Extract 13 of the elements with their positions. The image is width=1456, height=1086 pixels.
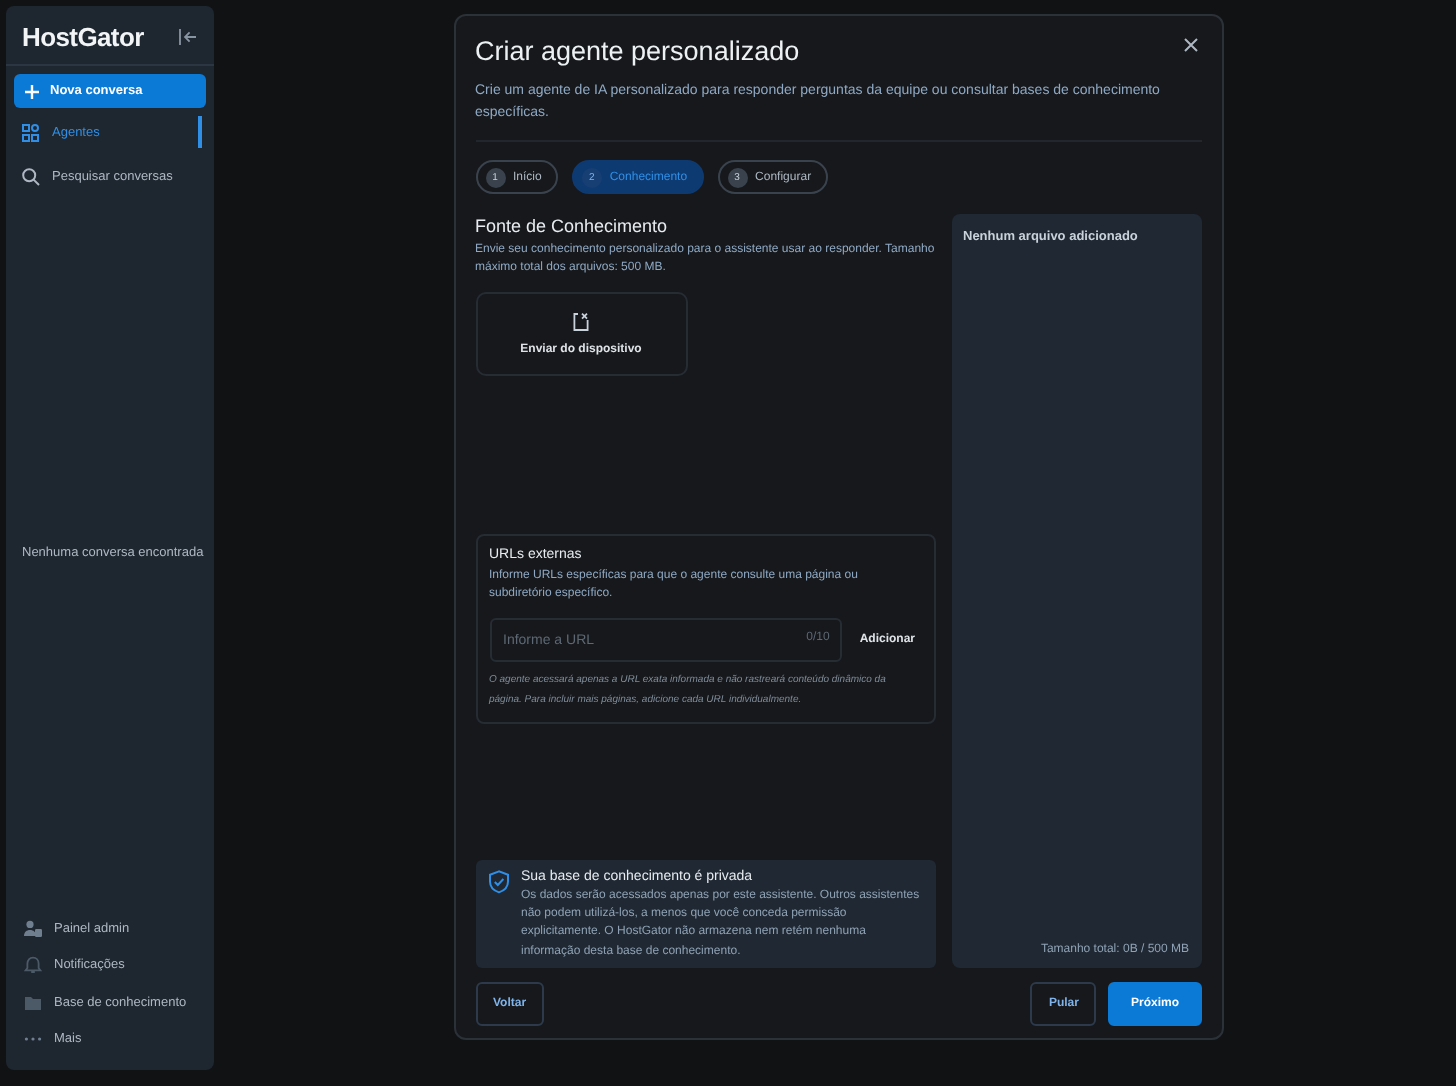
collapse-sidebar-icon <box>178 28 198 46</box>
section-heading: Fonte de Conhecimento <box>475 216 670 236</box>
shield-check-icon <box>487 869 509 894</box>
search-icon <box>22 167 40 185</box>
logo: HostGator <box>22 22 144 52</box>
dialog-title: Criar agente personalizado <box>475 36 800 66</box>
close-button[interactable] <box>1179 34 1201 56</box>
grid-icon <box>22 123 40 141</box>
close-icon <box>1183 38 1197 52</box>
folder-icon <box>24 993 42 1012</box>
bell-icon <box>24 956 42 975</box>
plus-icon <box>24 83 40 99</box>
people-icon <box>24 919 42 938</box>
